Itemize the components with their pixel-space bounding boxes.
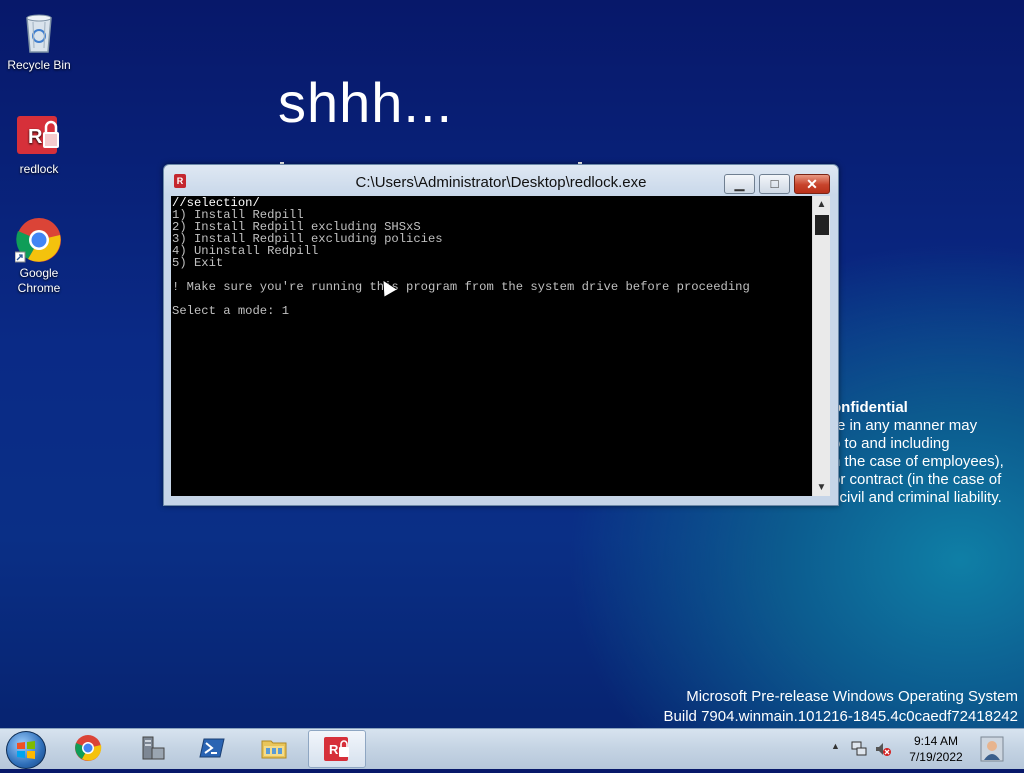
network-icon[interactable] <box>850 740 868 758</box>
taskbar-server-manager[interactable] <box>124 730 180 766</box>
svg-text:R: R <box>28 126 43 148</box>
taskbar-explorer[interactable] <box>246 730 302 766</box>
console-line: 5) Exit <box>172 256 224 270</box>
taskbar-clock[interactable]: 9:14 AM 7/19/2022 <box>900 733 972 765</box>
redlock-desktop-icon[interactable]: R redlock <box>1 112 77 177</box>
taskbar-redlock[interactable]: R <box>308 730 366 768</box>
maximize-icon: □ <box>770 176 779 191</box>
svg-text:R: R <box>329 742 339 757</box>
volume-muted-icon[interactable] <box>874 740 892 758</box>
console-prompt-line: Select a mode: 1 <box>172 304 290 318</box>
console-line: ! Make sure you're running this program … <box>172 280 750 294</box>
chrome-desktop-icon[interactable]: Google Chrome <box>1 216 77 296</box>
recycle-bin-icon <box>15 8 63 56</box>
scroll-up-icon[interactable]: ▲ <box>813 196 830 213</box>
recycle-bin-desktop-icon[interactable]: Recycle Bin <box>1 8 77 73</box>
confidential-line: n the case of employees), <box>832 453 1004 470</box>
watermark-line1: Microsoft Pre-release Windows Operating … <box>686 688 1018 705</box>
redlock-icon: R <box>324 737 349 761</box>
folder-icon <box>261 740 287 759</box>
close-button[interactable]: ✕ <box>794 174 830 194</box>
console-window: R C:\Users\Administrator\Desktop\redlock… <box>163 164 839 506</box>
redlock-label: redlock <box>19 162 59 176</box>
scroll-down-icon[interactable]: ▼ <box>813 479 830 496</box>
chrome-label: Google Chrome <box>17 266 61 295</box>
console-line: 4) Uninstall Redpill <box>172 244 319 258</box>
confidential-notice: onfidential re in any manner may o to an… <box>832 399 1024 507</box>
desktop-headline: shhh... <box>278 71 454 134</box>
minimize-icon: ▁ <box>734 176 745 191</box>
close-icon: ✕ <box>806 176 818 192</box>
confidential-title: onfidential <box>832 399 908 416</box>
window-titlebar[interactable]: R C:\Users\Administrator\Desktop\redlock… <box>164 165 838 196</box>
confidential-line: or contract (in the case of <box>832 471 1002 488</box>
start-button[interactable] <box>6 731 46 769</box>
build-watermark: Microsoft Pre-release Windows Operating … <box>664 687 1018 727</box>
windows-logo-icon <box>17 741 35 759</box>
confidential-line: o to and including <box>832 435 950 452</box>
watermark-line2: Build 7904.winmain.101216-1845.4c0caedf7… <box>663 708 1018 725</box>
server-manager-icon <box>142 736 165 760</box>
headline-second-line-fragment <box>278 143 598 165</box>
user-icon <box>980 736 1004 762</box>
minimize-button[interactable]: ▁ <box>724 174 755 194</box>
recycle-bin-label: Recycle Bin <box>7 58 71 72</box>
user-account-tray-icon[interactable] <box>978 733 1006 765</box>
confidential-line: re in any manner may <box>832 417 978 434</box>
taskbar-chrome[interactable] <box>60 730 116 766</box>
clock-date: 7/19/2022 <box>909 750 963 764</box>
taskbar-powershell[interactable] <box>184 730 240 766</box>
maximize-button[interactable]: □ <box>759 174 790 194</box>
chrome-icon <box>14 216 63 264</box>
clock-time: 9:14 AM <box>913 734 959 748</box>
confidential-line: l civil and criminal liability. <box>832 489 1002 506</box>
scroll-thumb[interactable] <box>815 215 829 235</box>
vertical-scrollbar[interactable]: ▲ ▼ <box>812 196 830 496</box>
taskbar: R ▲ 9:14 AM 7/19/2022 <box>0 728 1024 769</box>
redlock-icon: R <box>15 112 63 160</box>
powershell-icon <box>199 738 225 758</box>
console-output[interactable]: //selection/ 1) Install Redpill 2) Insta… <box>171 196 812 496</box>
show-hidden-icons-icon[interactable]: ▲ <box>831 741 840 751</box>
chrome-icon <box>75 735 102 761</box>
